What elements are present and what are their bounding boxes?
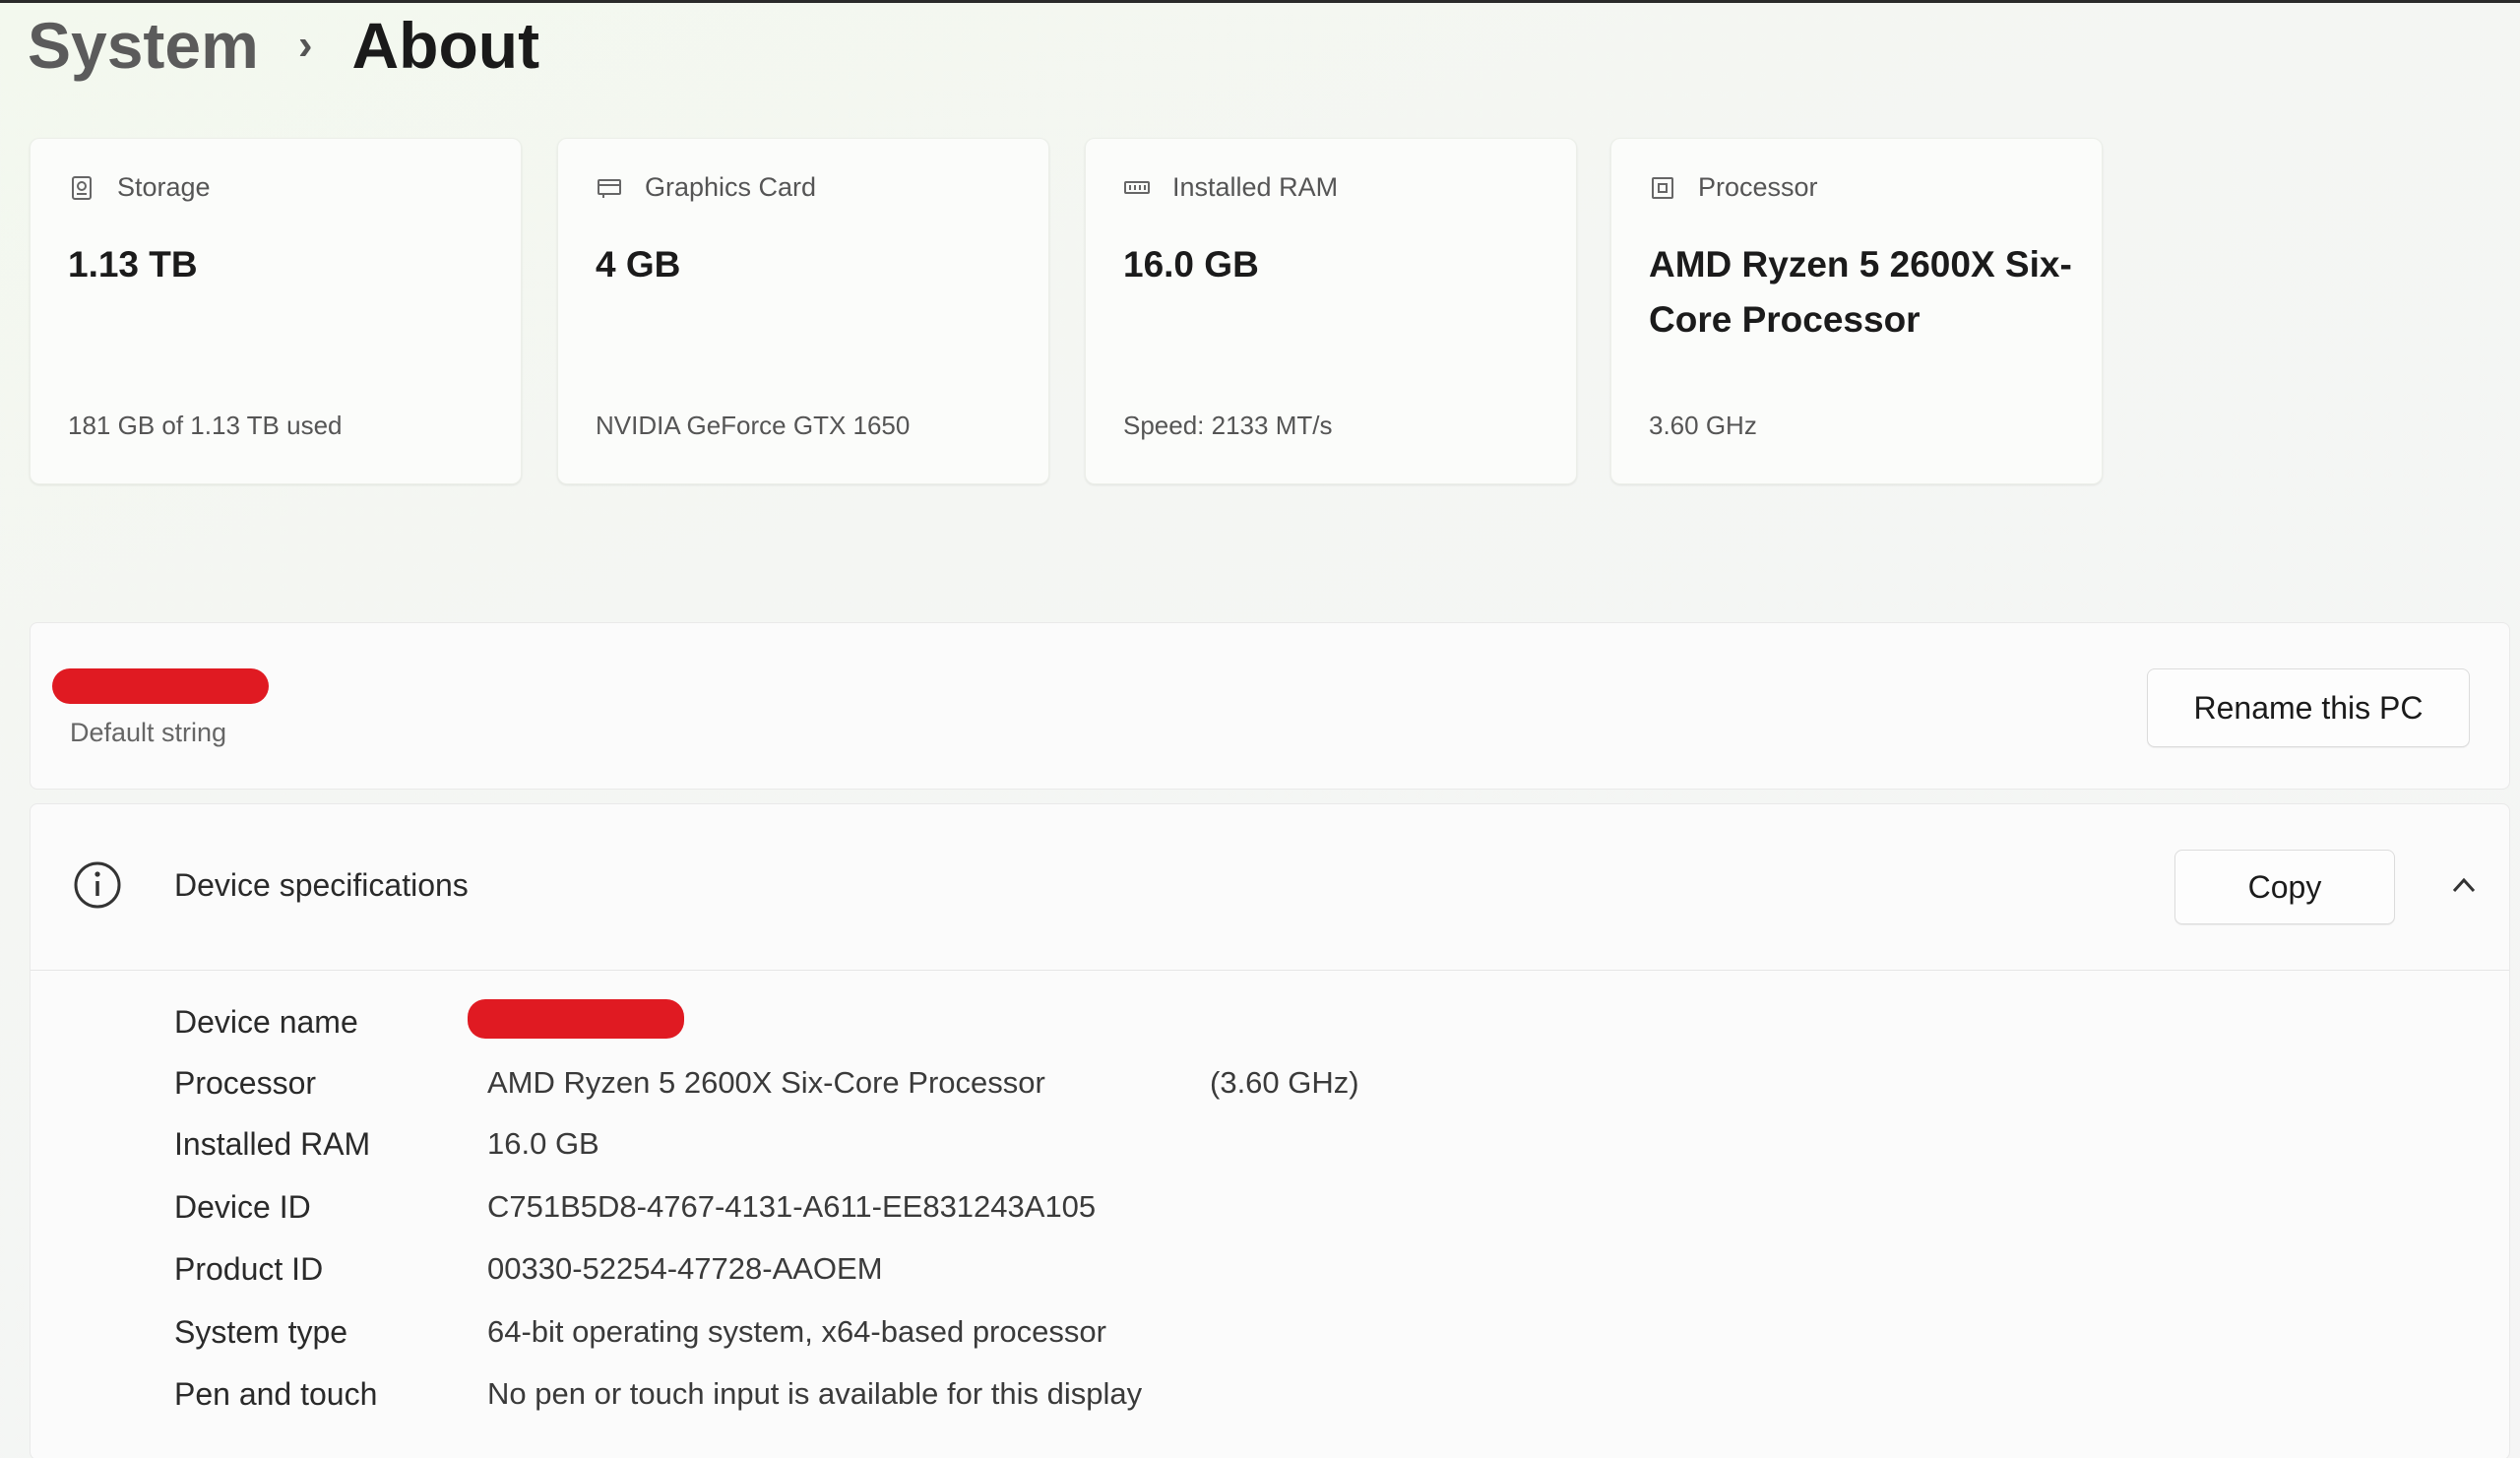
graphics-card-card: Graphics Card 4 GB NVIDIA GeForce GTX 16… <box>557 138 1049 484</box>
graphics-card-value: 4 GB <box>596 244 681 285</box>
spec-key-product-id: Product ID <box>174 1250 324 1287</box>
rename-pc-button[interactable]: Rename this PC <box>2147 668 2470 747</box>
breadcrumb: System › About <box>28 6 539 85</box>
graphics-card-label: Graphics Card <box>645 172 817 202</box>
graphics-card-icon <box>598 178 621 198</box>
copy-button[interactable]: Copy <box>2174 850 2395 924</box>
spec-value-installed-ram: 16.0 GB <box>487 1126 599 1161</box>
device-name-panel: Default string Rename this PC <box>30 622 2510 790</box>
spec-key-installed-ram: Installed RAM <box>174 1125 371 1162</box>
spec-row-product-id: Product ID 00330-52254-47728-AAOEM <box>174 1238 2438 1300</box>
device-specifications-panel: Device specifications Copy Device name P… <box>30 803 2510 1458</box>
device-specifications-header[interactable]: Device specifications Copy <box>31 804 2509 971</box>
storage-value: 1.13 TB <box>68 244 198 285</box>
spec-row-pen-and-touch: Pen and touch No pen or touch input is a… <box>174 1363 2438 1425</box>
spec-value-processor-speed: (3.60 GHz) <box>1210 1065 1359 1100</box>
processor-card: Processor AMD Ryzen 5 2600X Six-Core Pro… <box>1610 138 2103 484</box>
spec-value-pen-and-touch: No pen or touch input is available for t… <box>487 1376 1143 1411</box>
storage-usage: 181 GB of 1.13 TB used <box>68 411 343 440</box>
spec-row-installed-ram: Installed RAM 16.0 GB <box>174 1113 2438 1174</box>
spec-key-processor: Processor <box>174 1064 317 1101</box>
spec-value-device-id: C751B5D8-4767-4131-A611-EE831243A105 <box>487 1189 1097 1224</box>
chevron-up-icon[interactable] <box>2444 865 2484 905</box>
storage-label: Storage <box>117 172 211 202</box>
processor-value: AMD Ryzen 5 2600X Six-Core Processor <box>1649 244 2072 340</box>
storage-icon <box>72 175 92 200</box>
ram-card: Installed RAM 16.0 GB Speed: 2133 MT/s <box>1085 138 1577 484</box>
window-top-border <box>0 0 2520 3</box>
spec-key-device-id: Device ID <box>174 1188 311 1225</box>
page-title: About <box>351 9 540 82</box>
spec-key-pen-and-touch: Pen and touch <box>174 1375 378 1412</box>
spec-key-device-name: Device name <box>174 1003 358 1040</box>
spec-key-system-type: System type <box>174 1313 348 1350</box>
breadcrumb-chevron-icon: › <box>297 21 313 69</box>
spec-value-product-id: 00330-52254-47728-AAOEM <box>487 1251 883 1286</box>
spec-row-processor: Processor AMD Ryzen 5 2600X Six-Core Pro… <box>174 1052 2438 1113</box>
spec-row-device-name: Device name <box>174 991 2438 1052</box>
info-icon <box>74 861 121 909</box>
device-name-subtitle: Default string <box>70 718 227 747</box>
ram-speed: Speed: 2133 MT/s <box>1123 411 1333 440</box>
processor-speed: 3.60 GHz <box>1649 411 1757 440</box>
breadcrumb-system-link[interactable]: System <box>28 8 259 83</box>
device-specifications-title: Device specifications <box>174 867 469 903</box>
redacted-device-name-value <box>468 999 684 1039</box>
spec-row-system-type: System type 64-bit operating system, x64… <box>174 1301 2438 1363</box>
spec-value-processor: AMD Ryzen 5 2600X Six-Core Processor <box>487 1065 1045 1100</box>
graphics-card-model: NVIDIA GeForce GTX 1650 <box>596 411 911 440</box>
redacted-device-name <box>52 668 269 704</box>
ram-value: 16.0 GB <box>1123 244 1259 285</box>
ram-icon <box>1124 180 1150 194</box>
processor-icon <box>1652 176 1673 199</box>
spec-row-device-id: Device ID C751B5D8-4767-4131-A611-EE8312… <box>174 1176 2438 1237</box>
storage-card: Storage 1.13 TB 181 GB of 1.13 TB used <box>30 138 522 484</box>
ram-label: Installed RAM <box>1172 172 1339 202</box>
processor-label: Processor <box>1698 172 1818 202</box>
spec-value-system-type: 64-bit operating system, x64-based proce… <box>487 1314 1106 1349</box>
